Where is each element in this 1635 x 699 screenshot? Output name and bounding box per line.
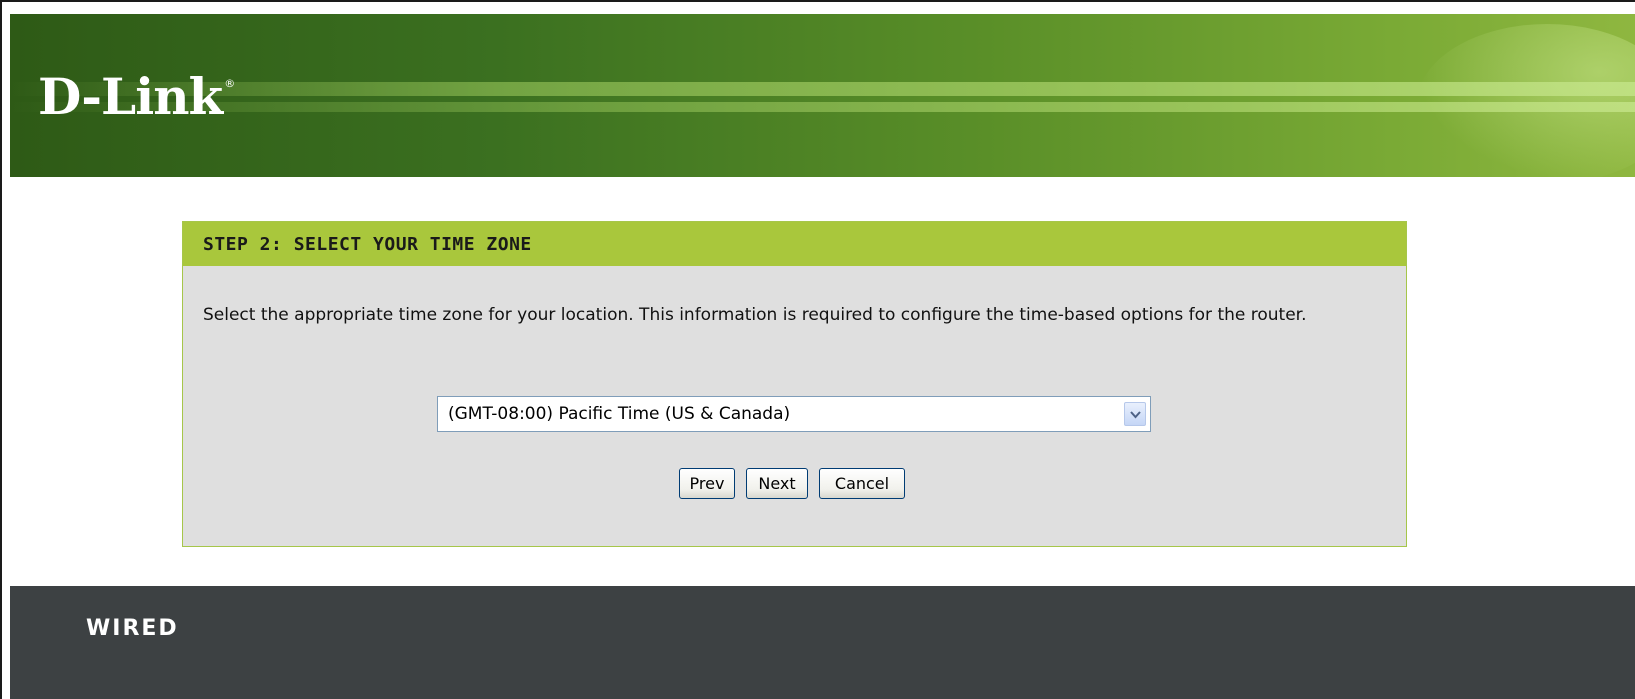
timezone-select[interactable]: (GMT-08:00) Pacific Time (US & Canada) [437,396,1151,432]
header-banner: D-Link ® [10,14,1635,177]
registered-mark: ® [224,77,235,90]
footer-wired-label: WIRED [86,616,179,641]
header-swoosh-upper [10,82,1635,96]
step-title: STEP 2: SELECT YOUR TIME ZONE [183,222,1406,266]
next-button[interactable]: Next [746,468,808,499]
cancel-button[interactable]: Cancel [819,468,905,499]
wizard-panel: STEP 2: SELECT YOUR TIME ZONE Select the… [182,221,1407,547]
header-glow [1417,24,1635,177]
timezone-selected-value: (GMT-08:00) Pacific Time (US & Canada) [448,404,791,424]
dlink-logo: D-Link ® [38,72,235,122]
header-swoosh-lower [10,102,1635,112]
prev-button[interactable]: Prev [679,468,735,499]
footer-bar: WIRED [10,586,1635,699]
dropdown-button[interactable] [1124,402,1146,426]
browser-page: D-Link ® STEP 2: SELECT YOUR TIME ZONE Se… [0,0,1635,699]
chevron-down-icon [1130,411,1141,419]
logo-text: D-Link [38,67,223,126]
step-description: Select the appropriate time zone for you… [203,305,1307,325]
